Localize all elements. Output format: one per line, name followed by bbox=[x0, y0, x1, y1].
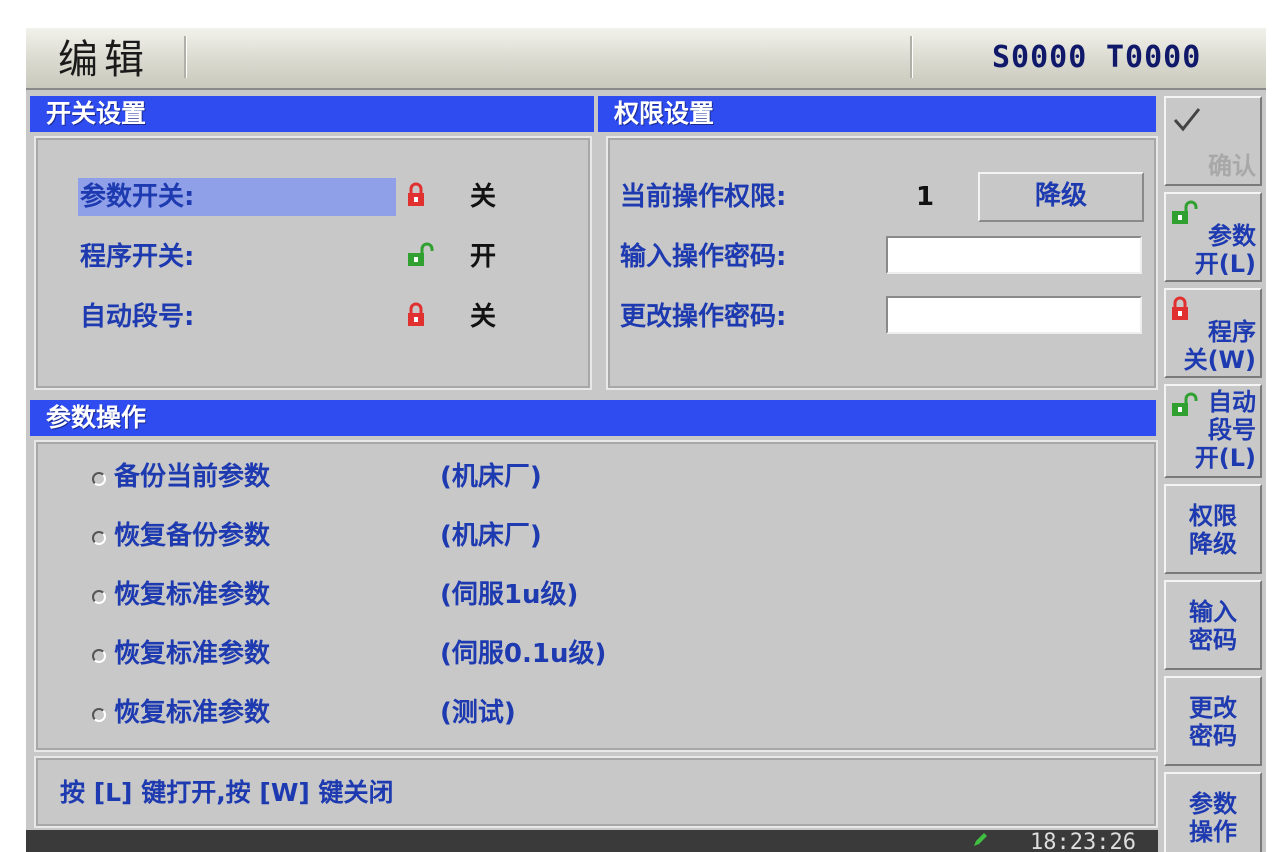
softkey-label: 程序 bbox=[1208, 318, 1256, 346]
softkey-label: 参数 bbox=[1208, 222, 1256, 250]
current-permission-label: 当前操作权限: bbox=[620, 182, 787, 212]
param-option-label[interactable]: 恢复标准参数 bbox=[114, 576, 270, 614]
permission-panel-title: 权限设置 bbox=[598, 96, 1156, 132]
softkey-label: 密码 bbox=[1189, 626, 1237, 654]
softkey-label: 自动 bbox=[1208, 388, 1256, 416]
lock-open-icon bbox=[1172, 200, 1198, 224]
mode-title: 编辑 bbox=[58, 37, 150, 83]
auto-seq-state: 关 bbox=[470, 302, 497, 332]
param-panel-title: 参数操作 bbox=[30, 400, 1156, 436]
current-permission-value: 1 bbox=[916, 182, 935, 212]
softkey-label: 密码 bbox=[1189, 722, 1237, 750]
param-switch-label[interactable]: 参数开关: bbox=[80, 178, 194, 216]
bottom-bar: 18:23:26 bbox=[26, 830, 1158, 852]
softkey-label: 降级 bbox=[1189, 530, 1237, 558]
softkey-confirm[interactable]: 确认 bbox=[1164, 96, 1262, 186]
radio-option[interactable] bbox=[92, 649, 106, 663]
spindle-readout: S0000 bbox=[992, 40, 1088, 75]
clock: 18:23:26 bbox=[1030, 830, 1136, 852]
softkey-label: 确认 bbox=[1208, 152, 1256, 180]
change-password-field[interactable] bbox=[886, 296, 1142, 334]
auto-seq-label[interactable]: 自动段号: bbox=[80, 298, 194, 336]
softkey-label: 段号 bbox=[1208, 416, 1256, 444]
softkey-label: 权限 bbox=[1189, 502, 1237, 530]
softkey-param-open[interactable]: 参数 开(L) bbox=[1164, 192, 1262, 282]
radio-option[interactable] bbox=[92, 531, 106, 545]
input-password-field[interactable] bbox=[886, 236, 1142, 274]
param-switch-state: 关 bbox=[470, 182, 497, 212]
input-password-label: 输入操作密码: bbox=[620, 242, 787, 272]
switch-panel-title: 开关设置 bbox=[30, 96, 594, 132]
softkey-label: 更改 bbox=[1189, 694, 1237, 722]
program-switch-label[interactable]: 程序开关: bbox=[80, 238, 194, 276]
lock-closed-icon bbox=[1172, 296, 1188, 320]
lock-closed-icon bbox=[408, 302, 424, 326]
softkey-program-close[interactable]: 程序 关(W) bbox=[1164, 288, 1262, 378]
radio-option[interactable] bbox=[92, 708, 106, 722]
radio-option[interactable] bbox=[92, 472, 106, 486]
softkey-input-password[interactable]: 输入 密码 bbox=[1164, 580, 1262, 670]
status-text: 按 [L] 键打开,按 [W] 键关闭 bbox=[60, 778, 394, 807]
softkey-label: 参数 bbox=[1189, 790, 1237, 818]
edit-pen-icon bbox=[974, 833, 987, 846]
param-option-note: (机床厂) bbox=[440, 462, 542, 492]
param-option-note: (测试) bbox=[440, 698, 516, 728]
softkey-change-password[interactable]: 更改 密码 bbox=[1164, 676, 1262, 766]
param-option-label[interactable]: 恢复标准参数 bbox=[114, 694, 270, 732]
softkey-label: 开(L) bbox=[1194, 444, 1256, 472]
cnc-screen: 编辑 S0000 T0000 开关设置 参数开关: 关 程序开关: 开 自动段号… bbox=[26, 28, 1266, 852]
checkmark-icon bbox=[1173, 108, 1201, 132]
softkey-auto-seq-open[interactable]: 自动 段号 开(L) bbox=[1164, 384, 1262, 478]
softkey-label: 操作 bbox=[1189, 818, 1237, 846]
change-password-label: 更改操作密码: bbox=[620, 302, 787, 332]
lock-closed-icon bbox=[408, 182, 424, 206]
param-option-note: (伺服0.1u级) bbox=[440, 639, 607, 669]
lock-open-icon bbox=[408, 242, 434, 266]
tool-readout: T0000 bbox=[1106, 40, 1202, 75]
softkey-param-operation[interactable]: 参数 操作 bbox=[1164, 772, 1262, 852]
program-switch-state: 开 bbox=[470, 242, 497, 272]
param-option-label[interactable]: 备份当前参数 bbox=[114, 458, 270, 496]
param-option-note: (伺服1u级) bbox=[440, 580, 579, 610]
param-option-label[interactable]: 恢复标准参数 bbox=[114, 635, 270, 673]
header-bar: 编辑 S0000 T0000 bbox=[26, 28, 1266, 90]
header-separator bbox=[910, 36, 913, 78]
softkey-label: 开(L) bbox=[1194, 250, 1256, 278]
softkey-permission-downgrade[interactable]: 权限 降级 bbox=[1164, 484, 1262, 574]
softkey-label: 关(W) bbox=[1183, 346, 1256, 374]
lock-open-icon bbox=[1172, 392, 1198, 416]
param-option-note: (机床厂) bbox=[440, 521, 542, 551]
header-separator bbox=[184, 36, 187, 78]
softkey-label: 输入 bbox=[1189, 598, 1237, 626]
downgrade-button[interactable]: 降级 bbox=[978, 172, 1144, 222]
radio-option[interactable] bbox=[92, 590, 106, 604]
param-option-label[interactable]: 恢复备份参数 bbox=[114, 517, 270, 555]
